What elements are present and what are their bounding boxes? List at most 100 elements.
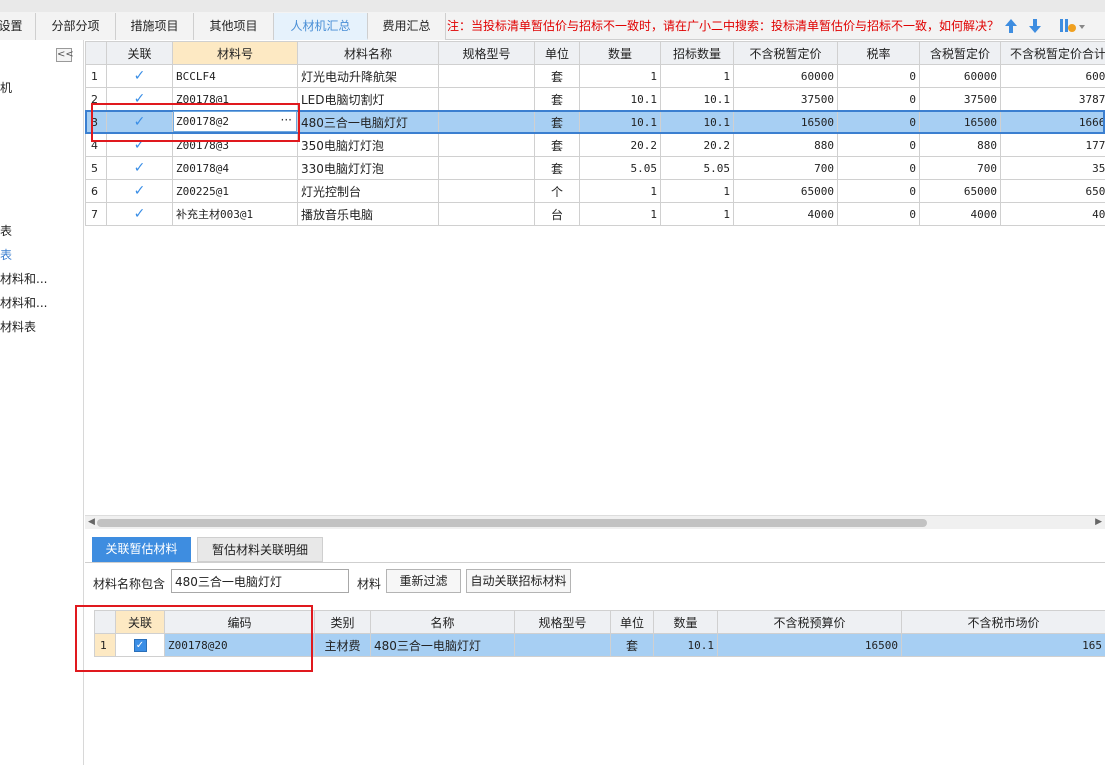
cell-category[interactable]: 主材费 xyxy=(314,633,371,657)
sidebar-item[interactable]: 表 xyxy=(0,222,12,239)
col-header-unit[interactable]: 单位 xyxy=(610,610,654,634)
cell-material-name[interactable]: 播放音乐电脑 xyxy=(297,202,439,226)
col-header-code[interactable]: 编码 xyxy=(164,610,315,634)
horizontal-scrollbar[interactable]: ◀ ▶ xyxy=(85,515,1105,529)
sidebar-item[interactable]: 机 xyxy=(0,79,12,96)
cell-bid-quantity[interactable]: 20.2 xyxy=(660,133,734,157)
cell-unit[interactable]: 套 xyxy=(534,64,580,88)
cell-price-in-tax[interactable]: 880 xyxy=(919,133,1001,157)
cell-tax-rate[interactable]: 0 xyxy=(837,156,920,180)
cell-material-code[interactable]: 补充主材003@1 xyxy=(172,202,298,226)
cell-price-ex-tax[interactable]: 880 xyxy=(733,133,838,157)
col-header-linked[interactable]: 关联 xyxy=(106,41,173,65)
cell-unit[interactable]: 台 xyxy=(534,202,580,226)
ellipsis-icon[interactable]: ··· xyxy=(281,113,292,127)
tab-measures[interactable]: 措施项目 xyxy=(116,13,194,40)
cell-total-ex-tax[interactable]: 400 xyxy=(1000,202,1105,226)
material-code-editor[interactable]: Z00178@2 ··· xyxy=(173,111,297,132)
col-header-unit[interactable]: 单位 xyxy=(534,41,580,65)
sidebar-item[interactable]: 材料和... xyxy=(0,294,47,311)
cell-quantity[interactable]: 20.2 xyxy=(579,133,661,157)
cell-unit[interactable]: 套 xyxy=(610,633,654,657)
col-header-spec[interactable]: 规格型号 xyxy=(438,41,535,65)
arrow-up-icon[interactable] xyxy=(1004,18,1018,34)
scrollbar-thumb[interactable] xyxy=(97,519,927,527)
table-row[interactable]: 6✓Z00225@1灯光控制台个11650000650006500 xyxy=(85,179,1105,203)
linked-check-cell[interactable]: ✓ xyxy=(106,156,173,180)
col-header-price-ex-tax[interactable]: 不含税暂定价 xyxy=(733,41,838,65)
table-row[interactable]: 7✓补充主材003@1播放音乐电脑台11400004000400 xyxy=(85,202,1105,226)
col-header-material-code[interactable]: 材料号 xyxy=(172,41,298,65)
col-header-linked[interactable]: 关联 xyxy=(115,610,165,634)
table-row[interactable]: 1✓BCCLF4灯光电动升降航架套11600000600006000 xyxy=(85,64,1105,88)
linked-check-cell[interactable]: ✓ xyxy=(106,179,173,203)
linked-check-cell[interactable]: ✓ xyxy=(106,87,173,111)
cell-material-name[interactable]: LED电脑切割灯 xyxy=(297,87,439,111)
cell-tax-rate[interactable]: 0 xyxy=(837,202,920,226)
cell-quantity[interactable]: 5.05 xyxy=(579,156,661,180)
col-header-price-in-tax[interactable]: 含税暂定价 xyxy=(919,41,1001,65)
cell-unit[interactable]: 套 xyxy=(534,133,580,157)
cell-price-in-tax[interactable]: 16500 xyxy=(919,110,1001,134)
cell-spec[interactable] xyxy=(438,64,535,88)
cell-quantity[interactable]: 1 xyxy=(579,179,661,203)
cell-price-ex-tax[interactable]: 700 xyxy=(733,156,838,180)
cell-tax-rate[interactable]: 0 xyxy=(837,110,920,134)
col-header-quantity[interactable]: 数量 xyxy=(653,610,718,634)
tab-settings[interactable]: 设置 xyxy=(0,13,36,40)
cell-price-ex-tax[interactable]: 37500 xyxy=(733,87,838,111)
cell-spec[interactable] xyxy=(438,179,535,203)
sidebar-item-selected[interactable]: 表 xyxy=(0,246,12,263)
col-header-name[interactable]: 名称 xyxy=(370,610,515,634)
table-row[interactable]: 1 ✓ Z00178@20 主材费 480三合一电脑灯灯 套 10.1 1650… xyxy=(94,633,1105,657)
cell-bid-quantity[interactable]: 10.1 xyxy=(660,87,734,111)
col-header-material-name[interactable]: 材料名称 xyxy=(297,41,439,65)
cell-spec[interactable] xyxy=(438,133,535,157)
cell-tax-rate[interactable]: 0 xyxy=(837,64,920,88)
cell-bid-quantity[interactable]: 5.05 xyxy=(660,156,734,180)
cell-market-price[interactable]: 165 xyxy=(901,633,1105,657)
cell-quantity[interactable]: 10.1 xyxy=(653,633,718,657)
tab-sections[interactable]: 分部分项 xyxy=(36,13,116,40)
scroll-left-icon[interactable]: ◀ xyxy=(88,517,95,527)
linked-check-cell[interactable]: ✓ xyxy=(106,64,173,88)
cell-price-ex-tax[interactable]: 65000 xyxy=(733,179,838,203)
cell-tax-rate[interactable]: 0 xyxy=(837,179,920,203)
cell-material-name[interactable]: 330电脑灯灯泡 xyxy=(297,156,439,180)
cell-material-code[interactable]: Z00178@1 xyxy=(172,87,298,111)
settings-tool-icon[interactable] xyxy=(1058,17,1086,35)
cell-bid-quantity[interactable]: 1 xyxy=(660,202,734,226)
tab-other-items[interactable]: 其他项目 xyxy=(194,13,274,40)
cell-price-ex-tax[interactable]: 4000 xyxy=(733,202,838,226)
cell-material-code[interactable]: BCCLF4 xyxy=(172,64,298,88)
col-header-spec[interactable]: 规格型号 xyxy=(514,610,611,634)
arrow-down-icon[interactable] xyxy=(1028,18,1042,34)
cell-price-ex-tax[interactable]: 16500 xyxy=(733,110,838,134)
cell-total-ex-tax[interactable]: 1777 xyxy=(1000,133,1105,157)
cell-material-code[interactable]: Z00178@3 xyxy=(172,133,298,157)
col-header-quantity[interactable]: 数量 xyxy=(579,41,661,65)
cell-total-ex-tax[interactable]: 353 xyxy=(1000,156,1105,180)
cell-quantity[interactable]: 1 xyxy=(579,202,661,226)
linked-check-cell[interactable]: ✓ xyxy=(106,202,173,226)
cell-name[interactable]: 480三合一电脑灯灯 xyxy=(370,633,515,657)
material-name-filter-input[interactable]: 480三合一电脑灯灯 xyxy=(171,569,349,593)
cell-price-in-tax[interactable]: 65000 xyxy=(919,179,1001,203)
cell-price-in-tax[interactable]: 4000 xyxy=(919,202,1001,226)
sidebar-item[interactable]: 材料和... xyxy=(0,270,47,287)
cell-budget-price[interactable]: 16500 xyxy=(717,633,902,657)
cell-price-in-tax[interactable]: 37500 xyxy=(919,87,1001,111)
tab-cost-summary[interactable]: 费用汇总 xyxy=(368,13,446,40)
table-row[interactable]: 2 ✓ Z00178@1 LED电脑切割灯套 10.1 10.1 37500 0 37500 37… xyxy=(85,87,1105,111)
cell-material-name[interactable]: 灯光电动升降航架 xyxy=(297,64,439,88)
col-header-tax-rate[interactable]: 税率 xyxy=(837,41,920,65)
cell-total-ex-tax[interactable]: 37875 xyxy=(1000,87,1105,111)
cell-bid-quantity[interactable]: 1 xyxy=(660,179,734,203)
scroll-right-icon[interactable]: ▶ xyxy=(1095,517,1102,527)
cell-bid-quantity[interactable]: 1 xyxy=(660,64,734,88)
link-checkbox-cell[interactable]: ✓ xyxy=(115,633,165,657)
cell-quantity[interactable]: 10.1 xyxy=(579,110,661,134)
cell-unit[interactable]: 套 xyxy=(534,110,580,134)
col-header-bid-quantity[interactable]: 招标数量 xyxy=(660,41,734,65)
col-header-total-ex-tax[interactable]: 不含税暂定价合计 xyxy=(1000,41,1105,65)
